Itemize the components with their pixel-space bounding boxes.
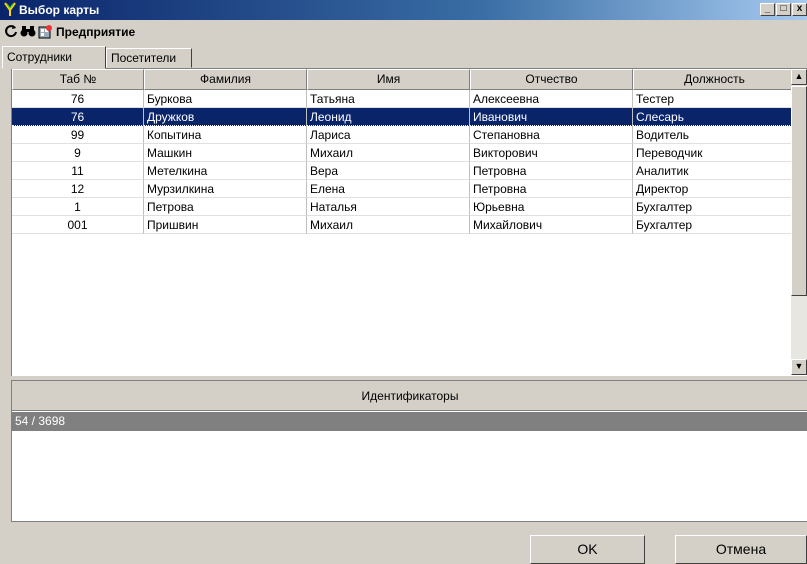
employees-table: Таб № Фамилия Имя Отчество Должность 76 Б… [11, 68, 807, 376]
table-row[interactable]: 99 Копытина Лариса Степановна Водитель [12, 126, 796, 144]
surname-cell: Машкин [144, 144, 307, 162]
patronymic-cell: Юрьевна [470, 198, 633, 216]
close-button[interactable]: x [792, 3, 807, 16]
surname-cell: Мурзилкина [144, 180, 307, 198]
table-row[interactable]: 001 Пришвин Михаил Михайлович Бухгалтер [12, 216, 796, 234]
patronymic-cell: Викторович [470, 144, 633, 162]
tab-number-cell: 76 [12, 90, 144, 108]
surname-cell: Буркова [144, 90, 307, 108]
scroll-down-button[interactable]: ▼ [791, 359, 807, 375]
maximize-button[interactable]: □ [776, 3, 791, 16]
tab-number-cell: 1 [12, 198, 144, 216]
first-name-cell: Татьяна [307, 90, 470, 108]
tab-number-cell: 99 [12, 126, 144, 144]
table-row[interactable]: 76 Дружков Леонид Иванович Слесарь [12, 108, 796, 126]
surname-cell: Метелкина [144, 162, 307, 180]
surname-cell: Копытина [144, 126, 307, 144]
position-cell: Аналитик [633, 162, 796, 180]
cancel-button[interactable]: Отмена [675, 535, 807, 564]
surname-cell: Дружков [144, 108, 307, 126]
patronymic-cell: Петровна [470, 162, 633, 180]
identifiers-header: Идентификаторы [12, 381, 807, 411]
first-name-cell: Михаил [307, 216, 470, 234]
scroll-up-button[interactable]: ▲ [791, 69, 807, 85]
first-name-cell: Вера [307, 162, 470, 180]
patronymic-cell: Михайлович [470, 216, 633, 234]
ok-button[interactable]: OK [530, 535, 645, 564]
tab-strip: Сотрудники Посетители [0, 46, 807, 69]
patronymic-cell: Алексеевна [470, 90, 633, 108]
table-row[interactable]: 76 Буркова Татьяна Алексеевна Тестер [12, 90, 796, 108]
first-name-cell: Елена [307, 180, 470, 198]
position-cell: Тестер [633, 90, 796, 108]
first-name-cell: Леонид [307, 108, 470, 126]
card-selection-window: Выбор карты _ □ x Предприятие Сотрудники… [0, 0, 807, 564]
column-header-patronymic[interactable]: Отчество [470, 69, 633, 90]
title-bar: Выбор карты _ □ x [0, 0, 807, 20]
position-cell: Водитель [633, 126, 796, 144]
first-name-cell: Лариса [307, 126, 470, 144]
table-row[interactable]: 1 Петрова Наталья Юрьевна Бухгалтер [12, 198, 796, 216]
position-cell: Бухгалтер [633, 198, 796, 216]
table-row[interactable]: 12 Мурзилкина Елена Петровна Директор [12, 180, 796, 198]
column-header-surname[interactable]: Фамилия [144, 69, 307, 90]
tab-number-cell: 001 [12, 216, 144, 234]
tab-visitors[interactable]: Посетители [106, 48, 192, 68]
window-title: Выбор карты [19, 3, 100, 17]
column-header-tab-no[interactable]: Таб № [12, 69, 144, 90]
position-cell: Слесарь [633, 108, 796, 126]
identifiers-counter[interactable]: 54 / 3698 [12, 412, 807, 431]
table-row[interactable]: 11 Метелкина Вера Петровна Аналитик [12, 162, 796, 180]
position-cell: Бухгалтер [633, 216, 796, 234]
surname-cell: Пришвин [144, 216, 307, 234]
app-icon [4, 2, 16, 16]
patronymic-cell: Степановна [470, 126, 633, 144]
organization-label: Предприятие [56, 25, 136, 39]
first-name-cell: Михаил [307, 144, 470, 162]
column-header-name[interactable]: Имя [307, 69, 470, 90]
table-row[interactable]: 9 Машкин Михаил Викторович Переводчик [12, 144, 796, 162]
patronymic-cell: Петровна [470, 180, 633, 198]
tab-number-cell: 76 [12, 108, 144, 126]
organization-icon[interactable] [37, 24, 53, 40]
position-cell: Переводчик [633, 144, 796, 162]
tab-number-cell: 12 [12, 180, 144, 198]
tab-employees[interactable]: Сотрудники [2, 46, 106, 69]
position-cell: Директор [633, 180, 796, 198]
patronymic-cell: Иванович [470, 108, 633, 126]
toolbar: Предприятие [0, 20, 807, 44]
minimize-button[interactable]: _ [760, 3, 775, 16]
first-name-cell: Наталья [307, 198, 470, 216]
column-header-position[interactable]: Должность [633, 69, 796, 90]
identifiers-panel: Идентификаторы 54 / 3698 [11, 380, 807, 522]
binoculars-icon[interactable] [20, 24, 36, 40]
surname-cell: Петрова [144, 198, 307, 216]
scroll-thumb[interactable] [791, 86, 807, 296]
vertical-scrollbar[interactable]: ▲ ▼ [791, 69, 807, 375]
tab-number-cell: 9 [12, 144, 144, 162]
refresh-icon[interactable] [3, 24, 19, 40]
tab-number-cell: 11 [12, 162, 144, 180]
